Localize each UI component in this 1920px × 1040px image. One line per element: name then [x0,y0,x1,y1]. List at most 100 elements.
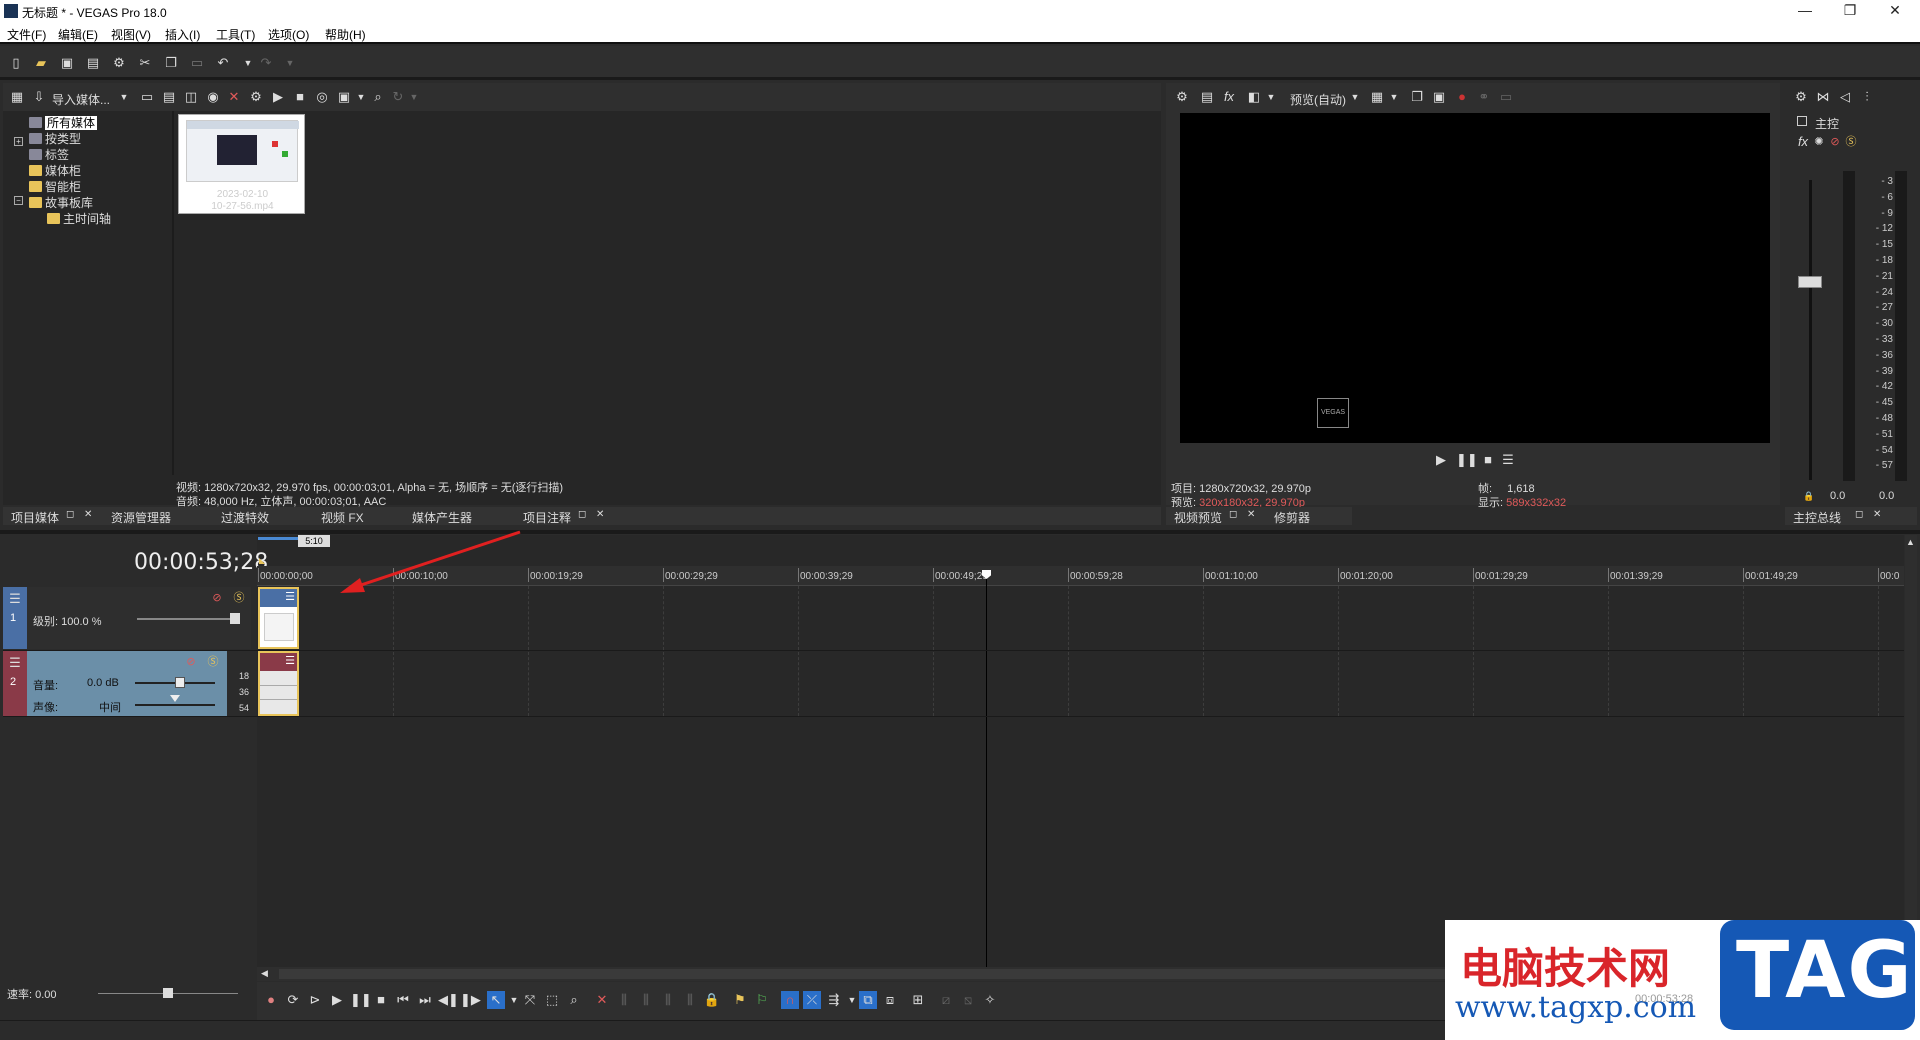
master-solo-icon[interactable]: Ⓢ [1843,134,1859,150]
import-media-icon[interactable]: ⇩ [31,89,47,105]
refresh-icon[interactable]: ↻ [390,89,406,105]
zoom-tool-icon[interactable]: ⌕ [565,991,583,1009]
tree-item-by-type[interactable]: 按类型 [29,130,81,147]
cut-icon[interactable]: ✂ [137,55,153,71]
clip-menu-icon[interactable]: ☰ [285,590,295,603]
audio-clip[interactable]: ☰ [258,651,299,716]
device-icon[interactable]: ▤ [1199,89,1215,105]
menu-edit[interactable]: 编辑(E) [58,26,98,43]
video-level-slider[interactable] [137,618,237,620]
trim-start-icon[interactable]: ⫼ [637,991,655,1009]
close-button[interactable]: ✕ [1880,2,1910,20]
menu-insert[interactable]: 插入(I) [165,26,200,43]
next-frame-icon[interactable]: ❚▶ [460,991,481,1009]
master-settings-gear-icon[interactable]: ⚙ [1793,89,1809,105]
undo-icon[interactable]: ↶ [215,55,231,71]
tree-item-media-bins[interactable]: 媒体柜 [29,162,81,179]
go-to-start-icon[interactable]: ⏮ [394,991,412,1009]
split-icon[interactable]: ⫼ [681,991,699,1009]
stop-icon[interactable]: ■ [292,89,308,105]
undo-dropdown-icon[interactable]: ▼ [240,55,256,71]
refresh-dropdown-icon[interactable]: ▼ [406,89,422,105]
loop-region-bar[interactable] [258,537,298,540]
region-icon[interactable]: ⚐ [753,991,771,1009]
go-to-end-icon[interactable]: ⏭ [416,991,434,1009]
import-dropdown-icon[interactable]: ▼ [116,89,132,105]
video-preview-screen[interactable] [1180,113,1770,443]
lock-envelopes-icon[interactable]: ⧉ [859,991,877,1009]
preview-play-icon[interactable]: ▶ [1432,451,1450,469]
import-media-label[interactable]: 导入媒体... [52,91,110,108]
split-screen-icon[interactable]: ◧ [1246,89,1262,105]
master-mute-icon[interactable]: ⊘ [1827,134,1843,150]
audio-mute-icon[interactable]: ⊘ [183,654,199,670]
redo-icon[interactable]: ↷ [258,55,274,71]
ignore-grouping-icon[interactable]: ⧈ [881,991,899,1009]
record-icon[interactable]: ● [262,991,280,1009]
settings-gear-icon[interactable]: ⚙ [111,55,127,71]
tree-divider[interactable] [172,111,174,475]
clip-menu-icon[interactable]: ☰ [285,654,295,667]
stop-icon[interactable]: ■ [372,991,390,1009]
preview-stop-icon[interactable]: ■ [1479,451,1497,469]
track-menu-icon[interactable]: ☰ [7,655,23,671]
maximize-button[interactable]: ❐ [1835,2,1865,20]
get-media-icon[interactable]: ▤ [161,89,177,105]
tab-explorer[interactable]: 资源管理器 [111,509,171,526]
scroll-up-icon[interactable]: ▲ [1906,537,1915,547]
tab-media-generators[interactable]: 媒体产生器 [412,509,472,526]
tree-item-smart-bins[interactable]: 智能柜 [29,178,81,195]
audio-pan-slider[interactable] [135,704,215,706]
open-folder-icon[interactable]: ▰ [33,55,49,71]
preview-pause-icon[interactable]: ❚❚ [1456,451,1478,469]
play-from-start-icon[interactable]: ⊳ [306,991,324,1009]
master-checkbox[interactable] [1797,116,1807,126]
tab-close-icon[interactable]: ✕ [1873,509,1881,520]
views-icon[interactable]: ▣ [336,89,352,105]
tree-expand-icon[interactable]: + [14,137,23,146]
snapping-magnet-icon[interactable]: ∩ [781,991,799,1009]
link-icon[interactable]: ⚭ [1476,89,1492,105]
delete-icon[interactable]: ✕ [226,89,242,105]
tab-project-notes[interactable]: 项目注释 [523,509,571,526]
auto-preview-icon[interactable]: ◎ [314,89,330,105]
tree-item-main-timeline[interactable]: 主时间轴 [47,210,111,227]
tree-item-all-media[interactable]: 所有媒体 [29,114,98,131]
playhead-line[interactable] [986,570,987,967]
tree-item-tags[interactable]: 标签 [29,146,69,163]
capture-icon[interactable]: ▭ [139,89,155,105]
tab-transitions[interactable]: 过渡特效 [221,509,269,526]
menu-tools[interactable]: 工具(T) [216,26,255,43]
mixer-icon[interactable]: ⫶ [1859,89,1875,105]
event-fx-icon[interactable]: ✧ [981,991,999,1009]
timeline-vertical-scrollbar[interactable]: ▲ ▼ [1905,535,1917,967]
normal-edit-tool-icon[interactable]: ↖ [487,991,505,1009]
nudge-icon[interactable]: ⧄ [937,991,955,1009]
properties-gear-icon[interactable]: ⚙ [248,89,264,105]
video-clip[interactable]: ☰ [258,587,299,649]
media-fx-icon[interactable]: ◫ [183,89,199,105]
play-icon[interactable]: ▶ [328,991,346,1009]
lock-icon[interactable]: 🔒 [1801,488,1817,504]
timecode-display[interactable]: 00:00:53;28 [134,550,268,575]
ripple-edit-icon[interactable]: ⇶ [825,991,843,1009]
redo-dropdown-icon[interactable]: ▼ [282,55,298,71]
search-icon[interactable]: ⌕ [370,89,386,105]
tree-collapse-icon[interactable]: − [14,196,23,205]
trim-icon[interactable]: ⫼ [615,991,633,1009]
preview-quality-select[interactable]: 预览(自动) [1290,91,1346,108]
tab-video-preview[interactable]: 视频预览 [1174,509,1222,526]
undock-icon[interactable]: ◻ [1229,509,1237,520]
marker-icon[interactable]: ⚑ [731,991,749,1009]
master-effects-icon[interactable]: ✺ [1811,134,1827,150]
track-menu-icon[interactable]: ☰ [7,591,23,607]
pause-icon[interactable]: ❚❚ [350,991,372,1009]
tab-close-icon[interactable]: ✕ [596,509,604,520]
tree-item-storyboard[interactable]: 故事板库 [29,194,93,211]
envelope-tool-icon[interactable]: ⤧ [521,991,539,1009]
audio-track-header[interactable]: ☰ 2 ⊘ Ⓢ 音量: 0.0 dB 声像: 中间 18 36 54 [3,651,251,716]
save-snapshot-icon[interactable]: ▣ [1431,89,1447,105]
video-solo-icon[interactable]: Ⓢ [231,590,247,606]
tab-close-icon[interactable]: ✕ [1247,509,1255,520]
undock-icon[interactable]: ◻ [1855,509,1863,520]
